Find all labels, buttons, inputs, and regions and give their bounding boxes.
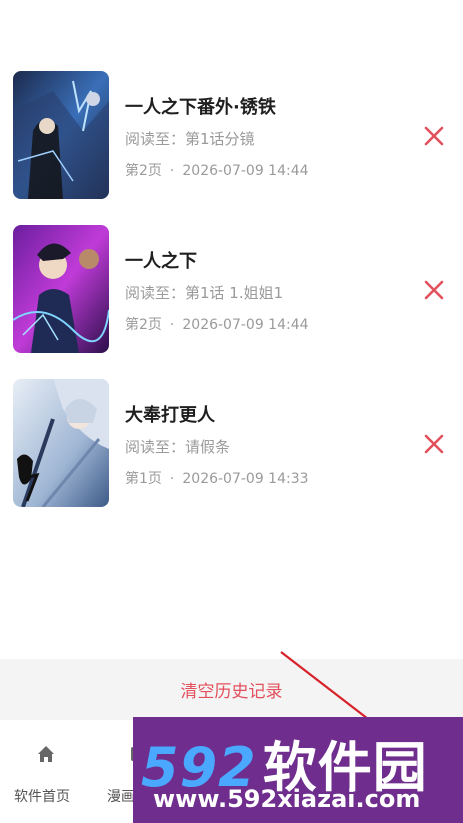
home-icon <box>36 744 56 764</box>
history-item-3[interactable]: 大奉打更人 阅读至：请假条 第1页 · 2026-07-09 14:33 <box>0 379 463 509</box>
history-item-1[interactable]: 一人之下番外·锈铁 阅读至：第1话分镜 第2页 · 2026-07-09 14:44 <box>0 71 463 201</box>
separator-dot: · <box>169 163 175 179</box>
page-label: 第1页 <box>125 471 162 487</box>
delete-icon[interactable] <box>422 278 446 302</box>
cover-image <box>13 225 109 353</box>
history-item-2[interactable]: 一人之下 阅读至：第1话 1.姐姐1 第2页 · 2026-07-09 14:44 <box>0 225 463 355</box>
cover-image <box>13 379 109 507</box>
read-time: 2026-07-09 14:44 <box>182 317 309 333</box>
separator-dot: · <box>169 317 175 333</box>
comic-title: 一人之下 <box>125 251 197 272</box>
delete-icon[interactable] <box>422 432 446 456</box>
read-time: 2026-07-09 14:33 <box>182 471 309 487</box>
read-meta: 第2页 · 2026-07-09 14:44 <box>125 160 309 180</box>
reading-progress: 阅读至：请假条 <box>125 438 231 456</box>
delete-icon[interactable] <box>422 124 446 148</box>
tab-label: 软件首页 <box>14 789 70 805</box>
reading-progress: 阅读至：第1话 1.姐姐1 <box>125 284 284 302</box>
clear-history-label: 清空历史记录 <box>180 682 283 702</box>
watermark-url: www.592xiazai.com <box>153 785 421 813</box>
reading-progress: 阅读至：第1话分镜 <box>125 130 255 148</box>
comic-title: 大奉打更人 <box>125 405 215 426</box>
page-label: 第2页 <box>125 317 162 333</box>
separator-dot: · <box>169 471 175 487</box>
clear-history-button[interactable]: 清空历史记录 <box>0 659 463 720</box>
read-meta: 第2页 · 2026-07-09 14:44 <box>125 314 309 334</box>
watermark-logo: 592 软件园 www.592xiazai.com <box>133 717 463 823</box>
cover-image <box>13 71 109 199</box>
page-label: 第2页 <box>125 163 162 179</box>
read-meta: 第1页 · 2026-07-09 14:33 <box>125 468 309 488</box>
tab-label: 漫画 <box>107 789 135 805</box>
read-time: 2026-07-09 14:44 <box>182 163 309 179</box>
comic-title: 一人之下番外·锈铁 <box>125 97 276 118</box>
tab-home[interactable]: 软件首页 <box>0 720 90 823</box>
